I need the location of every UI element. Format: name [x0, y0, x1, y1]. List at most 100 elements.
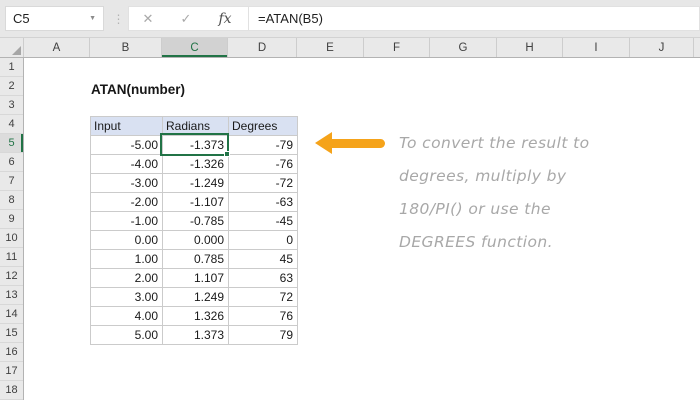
column-header-f[interactable]: F [364, 38, 430, 57]
table-row: 3.00 1.249 72 [90, 287, 298, 307]
cell-d5[interactable]: -79 [228, 135, 298, 155]
row-header-9[interactable]: 9 [0, 210, 23, 229]
header-cell-input[interactable]: Input [90, 116, 163, 136]
table-header-row: Input Radians Degrees [90, 116, 298, 136]
table-row: -4.00 -1.326 -76 [90, 154, 298, 174]
note-line: DEGREES function. [399, 233, 553, 251]
cancel-icon[interactable]: ✕ [129, 11, 167, 27]
column-header-j[interactable]: J [630, 38, 694, 57]
cell-d15[interactable]: 79 [228, 325, 298, 345]
cell-d7[interactable]: -72 [228, 173, 298, 193]
row-header-15[interactable]: 15 [0, 324, 23, 343]
name-box[interactable]: C5 ▼ [5, 6, 104, 31]
row-header-16[interactable]: 16 [0, 343, 23, 362]
cell-c8[interactable]: -1.107 [162, 192, 229, 212]
select-all-corner[interactable] [0, 38, 24, 57]
header-cell-radians[interactable]: Radians [162, 116, 229, 136]
cell-b7[interactable]: -3.00 [90, 173, 163, 193]
row-header-8[interactable]: 8 [0, 191, 23, 210]
excel-window: C5 ▼ ⋮ ✕ ✓ fx =ATAN(B5) A B C D E F G H … [0, 0, 700, 400]
select-all-triangle-icon [12, 46, 21, 55]
formula-bar-input[interactable]: =ATAN(B5) [249, 11, 323, 26]
cell-c10[interactable]: 0.000 [162, 230, 229, 250]
row-header-14[interactable]: 14 [0, 305, 23, 324]
table-row: -5.00 -1.373 -79 [90, 135, 298, 155]
fill-handle[interactable] [224, 151, 230, 157]
cell-b6[interactable]: -4.00 [90, 154, 163, 174]
cell-d11[interactable]: 45 [228, 249, 298, 269]
row-header-11[interactable]: 11 [0, 248, 23, 267]
row-header-3[interactable]: 3 [0, 96, 23, 115]
cell-b11[interactable]: 1.00 [90, 249, 163, 269]
table-row: 5.00 1.373 79 [90, 325, 298, 345]
row-header-1[interactable]: 1 [0, 58, 23, 77]
row-header-strip: 1 2 3 4 5 6 7 8 9 10 11 12 13 14 15 16 1… [0, 58, 24, 400]
cell-d8[interactable]: -63 [228, 192, 298, 212]
toolbar-separator-dots-icon: ⋮ [112, 11, 126, 26]
row-header-12[interactable]: 12 [0, 267, 23, 286]
table-row: 1.00 0.785 45 [90, 249, 298, 269]
cell-d9[interactable]: -45 [228, 211, 298, 231]
cell-c15[interactable]: 1.373 [162, 325, 229, 345]
name-box-dropdown-icon[interactable]: ▼ [89, 15, 103, 22]
cell-d13[interactable]: 72 [228, 287, 298, 307]
cell-d6[interactable]: -76 [228, 154, 298, 174]
annotation-arrow-shaft [329, 139, 385, 148]
cell-b9[interactable]: -1.00 [90, 211, 163, 231]
column-header-b[interactable]: B [90, 38, 162, 57]
table-row: 4.00 1.326 76 [90, 306, 298, 326]
cell-c12[interactable]: 1.107 [162, 268, 229, 288]
cell-d14[interactable]: 76 [228, 306, 298, 326]
row-header-17[interactable]: 17 [0, 362, 23, 381]
cell-b12[interactable]: 2.00 [90, 268, 163, 288]
note-line: 180/PI() or use the [399, 200, 551, 218]
column-header-h[interactable]: H [497, 38, 563, 57]
cell-c14[interactable]: 1.326 [162, 306, 229, 326]
column-header-i[interactable]: I [563, 38, 630, 57]
row-header-2[interactable]: 2 [0, 77, 23, 96]
cell-b8[interactable]: -2.00 [90, 192, 163, 212]
cell-d10[interactable]: 0 [228, 230, 298, 250]
cell-c7[interactable]: -1.249 [162, 173, 229, 193]
row-header-5[interactable]: 5 [0, 134, 23, 153]
formula-strip: ✕ ✓ fx =ATAN(B5) [128, 6, 700, 31]
cell-b5[interactable]: -5.00 [90, 135, 163, 155]
table-row: 2.00 1.107 63 [90, 268, 298, 288]
table-row: -1.00 -0.785 -45 [90, 211, 298, 231]
column-header-strip: A B C D E F G H I J [0, 38, 700, 58]
cell-c11[interactable]: 0.785 [162, 249, 229, 269]
cell-b15[interactable]: 5.00 [90, 325, 163, 345]
table-row: 0.00 0.000 0 [90, 230, 298, 250]
row-header-10[interactable]: 10 [0, 229, 23, 248]
cell-c6[interactable]: -1.326 [162, 154, 229, 174]
header-cell-degrees[interactable]: Degrees [228, 116, 298, 136]
row-header-4[interactable]: 4 [0, 115, 23, 134]
cell-b13[interactable]: 3.00 [90, 287, 163, 307]
row-header-13[interactable]: 13 [0, 286, 23, 305]
cell-c13[interactable]: 1.249 [162, 287, 229, 307]
column-header-d[interactable]: D [228, 38, 297, 57]
annotation-note: To convert the result to degrees, multip… [399, 127, 590, 259]
table-row: -3.00 -1.249 -72 [90, 173, 298, 193]
cell-d12[interactable]: 63 [228, 268, 298, 288]
cell-c9[interactable]: -0.785 [162, 211, 229, 231]
row-header-6[interactable]: 6 [0, 153, 23, 172]
formula-toolbar: C5 ▼ ⋮ ✕ ✓ fx =ATAN(B5) [0, 0, 700, 38]
column-header-a[interactable]: A [24, 38, 90, 57]
row-header-18[interactable]: 18 [0, 381, 23, 400]
insert-function-icon[interactable]: fx [205, 11, 245, 27]
table-row: -2.00 -1.107 -63 [90, 192, 298, 212]
cell-b14[interactable]: 4.00 [90, 306, 163, 326]
confirm-icon[interactable]: ✓ [167, 11, 205, 27]
column-header-e[interactable]: E [297, 38, 364, 57]
function-title-cell[interactable]: ATAN(number) [91, 82, 185, 97]
note-line: To convert the result to [399, 134, 590, 152]
name-box-value: C5 [13, 11, 30, 26]
column-header-g[interactable]: G [430, 38, 497, 57]
note-line: degrees, multiply by [399, 167, 567, 185]
atan-example-table: Input Radians Degrees -5.00 -1.373 -79 -… [90, 116, 298, 345]
row-header-7[interactable]: 7 [0, 172, 23, 191]
column-header-c[interactable]: C [162, 38, 228, 57]
cell-b10[interactable]: 0.00 [90, 230, 163, 250]
cell-c5-active[interactable]: -1.373 [162, 135, 229, 155]
